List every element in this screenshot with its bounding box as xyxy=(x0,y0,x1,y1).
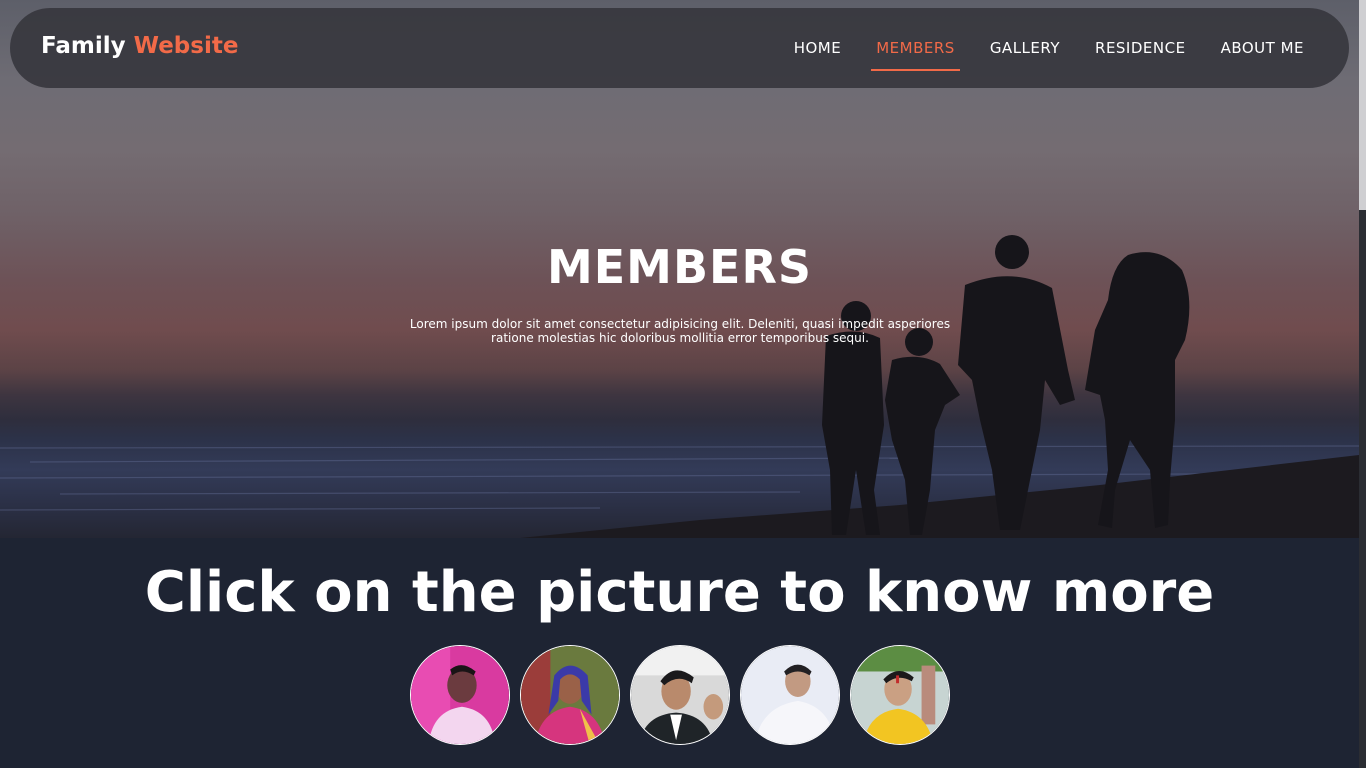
member-avatar-list xyxy=(410,645,950,745)
logo-accent-text: Website xyxy=(133,33,239,59)
site-logo[interactable]: Family Website xyxy=(41,33,238,59)
nav-link-gallery[interactable]: GALLERY xyxy=(990,35,1060,61)
nav-link-members[interactable]: MEMBERS xyxy=(871,35,960,71)
member-photo-5-icon xyxy=(851,646,949,744)
nav-link-about-me[interactable]: ABOUT ME xyxy=(1221,35,1304,61)
member-photo-3-icon xyxy=(631,646,729,744)
member-avatar-1[interactable] xyxy=(410,645,510,745)
top-navbar: Family Website HOME MEMBERS GALLERY RESI… xyxy=(10,8,1349,88)
logo-main-text: Family xyxy=(41,33,126,59)
hero-title: MEMBERS xyxy=(546,240,812,294)
members-section: Click on the picture to know more xyxy=(0,538,1359,768)
members-heading: Click on the picture to know more xyxy=(144,560,1215,625)
nav-link-home[interactable]: HOME xyxy=(794,35,842,61)
scrollbar-thumb[interactable] xyxy=(1359,210,1366,768)
member-photo-1-icon xyxy=(411,646,509,744)
page-scrollbar[interactable] xyxy=(1359,0,1366,768)
nav-links: HOME MEMBERS GALLERY RESIDENCE ABOUT ME xyxy=(794,8,1304,88)
nav-link-residence[interactable]: RESIDENCE xyxy=(1095,35,1186,61)
member-photo-4-icon xyxy=(741,646,839,744)
member-avatar-4[interactable] xyxy=(740,645,840,745)
member-avatar-2[interactable] xyxy=(520,645,620,745)
member-avatar-3[interactable] xyxy=(630,645,730,745)
member-avatar-5[interactable] xyxy=(850,645,950,745)
hero-description: Lorem ipsum dolor sit amet consectetur a… xyxy=(409,317,951,345)
member-photo-2-icon xyxy=(521,646,619,744)
